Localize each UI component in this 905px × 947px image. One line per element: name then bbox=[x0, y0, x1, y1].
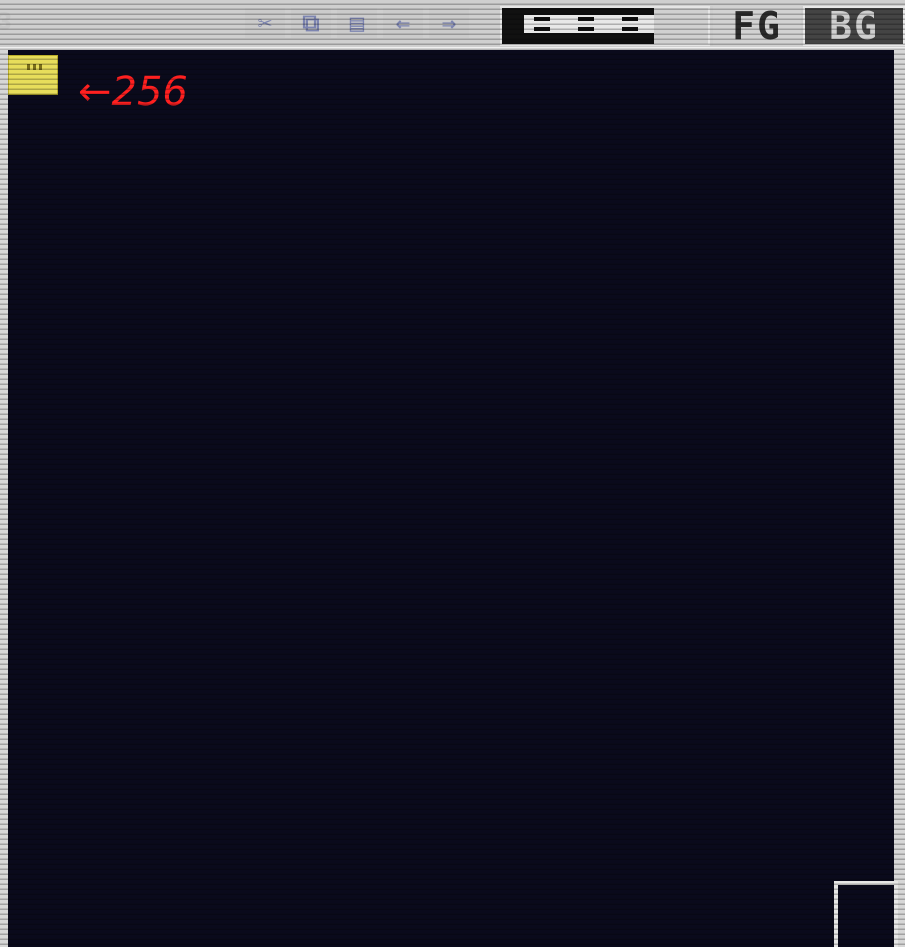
line-pattern-selector[interactable] bbox=[500, 6, 710, 46]
toolbar: ɞ ✂ ⧉ ▤ ⇐ ⇒ FG BG bbox=[0, 0, 905, 50]
annotation-text: ←256 bbox=[78, 69, 188, 115]
toolbar-left-glyph: ɞ bbox=[0, 2, 13, 37]
line-pattern-dropdown[interactable] bbox=[654, 8, 708, 44]
color-swatch[interactable] bbox=[8, 55, 58, 95]
copy-icon[interactable]: ⧉ bbox=[291, 8, 331, 38]
screen: ɞ ✂ ⧉ ▤ ⇐ ⇒ FG BG ←256 bbox=[0, 0, 905, 947]
undo-icon[interactable]: ⇐ bbox=[383, 8, 423, 38]
paste-icon[interactable]: ▤ bbox=[337, 8, 377, 38]
background-color-button[interactable]: BG bbox=[803, 6, 905, 46]
cut-icon[interactable]: ✂ bbox=[245, 8, 285, 38]
canvas-frame-left bbox=[0, 50, 8, 947]
annotation: ←256 bbox=[78, 69, 188, 115]
foreground-color-button[interactable]: FG bbox=[713, 6, 801, 46]
resize-handle[interactable] bbox=[834, 881, 898, 947]
tool-icons: ✂ ⧉ ▤ ⇐ ⇒ bbox=[245, 8, 469, 38]
drawing-canvas[interactable] bbox=[8, 50, 894, 947]
line-pattern-preview bbox=[524, 15, 654, 33]
swatch-dots bbox=[27, 64, 43, 70]
redo-icon[interactable]: ⇒ bbox=[429, 8, 469, 38]
canvas-frame-right bbox=[894, 50, 905, 947]
